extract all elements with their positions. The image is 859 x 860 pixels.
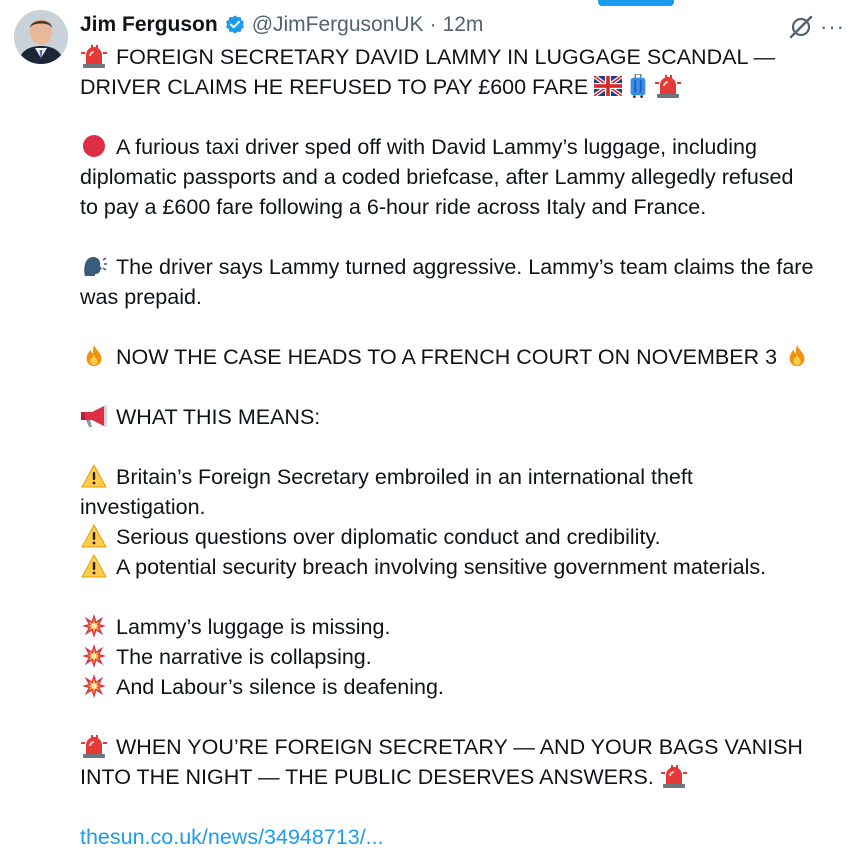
fire-icon <box>783 344 811 368</box>
warning-item-continued: investigation. <box>80 495 206 519</box>
warning-icon <box>80 554 108 578</box>
headline-line: FOREIGN SECRETARY DAVID LAMMY IN LUGGAGE… <box>80 42 855 72</box>
paragraph-line: The driver says Lammy turned aggressive.… <box>80 252 855 282</box>
top-accent-bar <box>598 0 674 6</box>
collision-icon <box>80 674 108 698</box>
grok-icon[interactable] <box>788 14 814 40</box>
collision-item: Lammy’s luggage is missing. <box>80 612 855 642</box>
link-line: thesun.co.uk/news/34948713/... <box>80 822 855 852</box>
author-name[interactable]: Jim Ferguson <box>80 13 218 37</box>
more-icon[interactable]: ··· <box>820 14 850 39</box>
uk-flag-icon <box>594 74 622 98</box>
speaking-head-icon <box>80 254 108 278</box>
paragraph-line: A furious taxi driver sped off with Davi… <box>80 132 855 162</box>
megaphone-icon <box>80 404 108 428</box>
red-circle-icon <box>80 134 108 158</box>
police-light-icon <box>660 764 688 788</box>
warning-item: A potential security breach involving se… <box>80 552 855 582</box>
collision-item: And Labour’s silence is deafening. <box>80 672 855 702</box>
police-light-icon <box>80 734 108 758</box>
author-handle[interactable]: @JimFergusonUK <box>252 13 424 37</box>
court-line: NOW THE CASE HEADS TO A FRENCH COURT ON … <box>80 342 855 372</box>
luggage-icon <box>628 74 648 98</box>
closing-line: INTO THE NIGHT — THE PUBLIC DESERVES ANS… <box>80 762 855 792</box>
warning-icon <box>80 524 108 548</box>
paragraph-line: was prepaid. <box>80 285 202 309</box>
headline-line: DRIVER CLAIMS HE REFUSED TO PAY £600 FAR… <box>80 72 855 102</box>
timestamp[interactable]: 12m <box>443 13 484 37</box>
collision-item: The narrative is collapsing. <box>80 642 855 672</box>
warning-icon <box>80 464 108 488</box>
avatar[interactable] <box>14 10 68 64</box>
paragraph-line: to pay a £600 fare following a 6-hour ri… <box>80 195 707 219</box>
warning-item: Britain’s Foreign Secretary embroiled in… <box>80 462 855 492</box>
police-light-icon <box>654 74 682 98</box>
profile-photo <box>14 10 68 64</box>
police-light-icon <box>80 44 108 68</box>
verified-badge-icon[interactable] <box>224 14 246 36</box>
collision-icon <box>80 614 108 638</box>
section-heading: WHAT THIS MEANS: <box>80 402 855 432</box>
fire-icon <box>80 344 108 368</box>
closing-line: WHEN YOU’RE FOREIGN SECRETARY — AND YOUR… <box>80 732 855 762</box>
separator-dot: · <box>429 13 437 36</box>
warning-item: Serious questions over diplomatic conduc… <box>80 522 855 552</box>
collision-icon <box>80 644 108 668</box>
post-text: FOREIGN SECRETARY DAVID LAMMY IN LUGGAGE… <box>80 42 855 852</box>
post-header: Jim Ferguson @JimFergusonUK · 12m <box>80 10 483 40</box>
article-link[interactable]: thesun.co.uk/news/34948713/... <box>80 825 384 849</box>
paragraph-line: diplomatic passports and a coded briefca… <box>80 165 794 189</box>
